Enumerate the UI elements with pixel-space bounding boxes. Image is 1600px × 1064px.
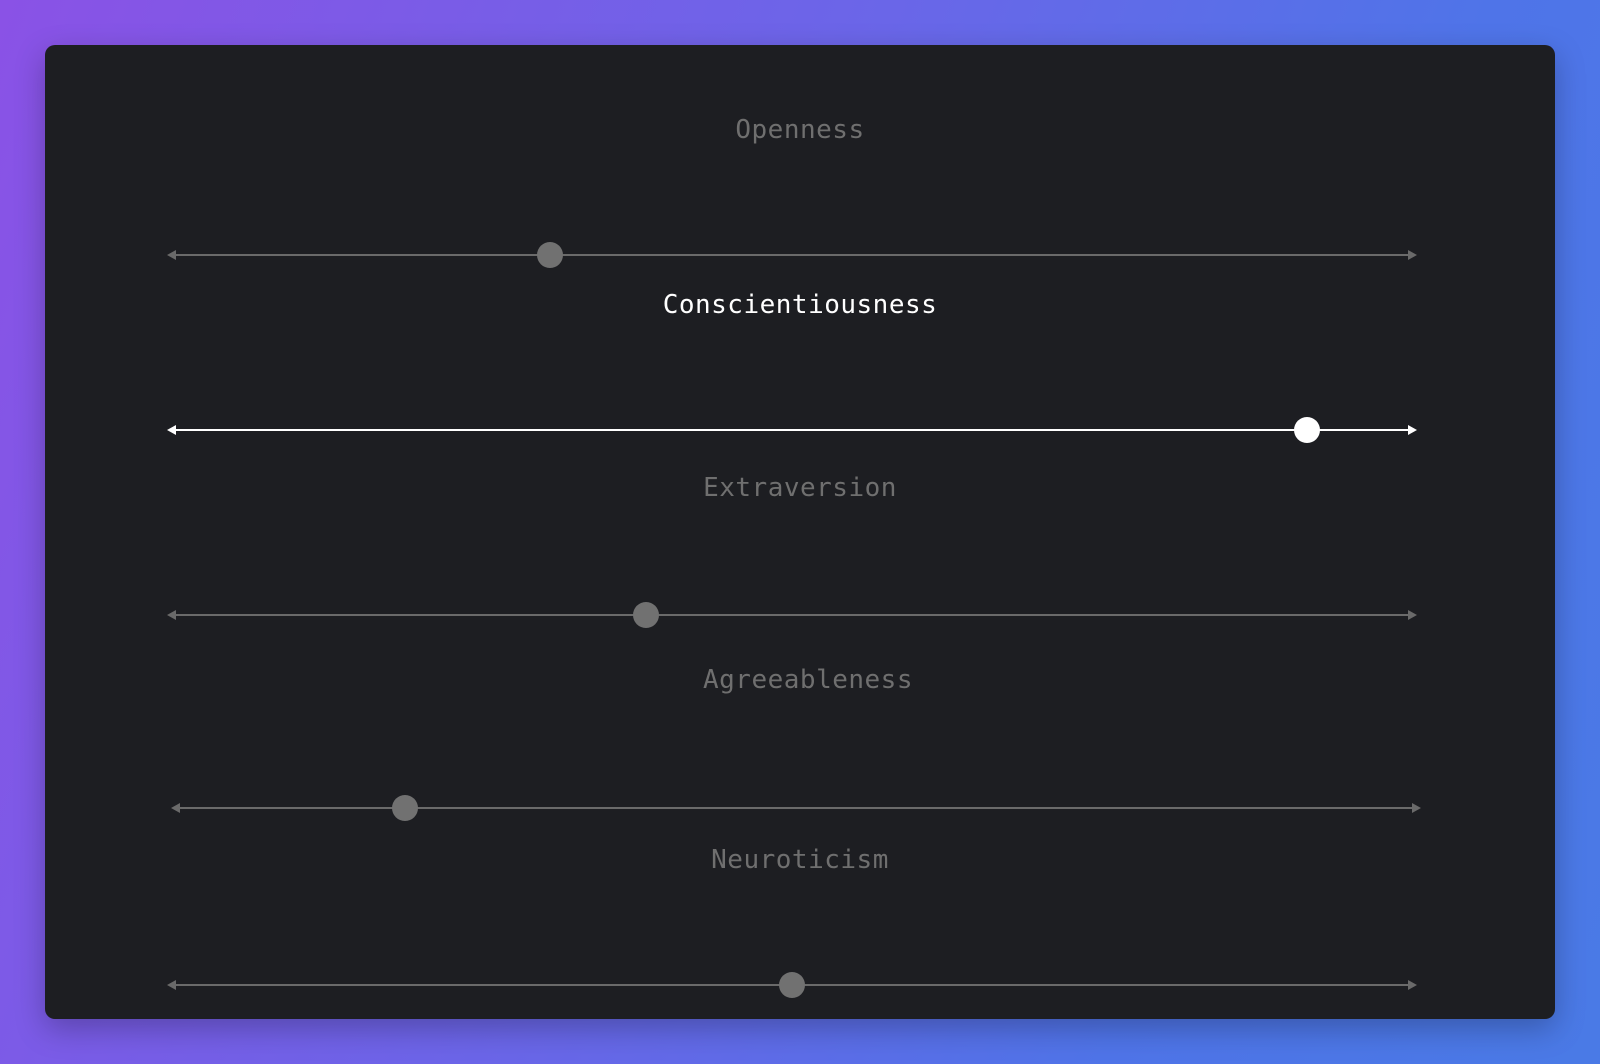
slider-thumb-neuroticism[interactable] (779, 972, 805, 998)
slider-conscientiousness[interactable] (167, 417, 1417, 443)
slider-agreeableness[interactable] (171, 795, 1421, 821)
slider-thumb-agreeableness[interactable] (391, 795, 418, 821)
trait-label-agreeableness: Agreeableness (703, 665, 913, 695)
arrow-right-icon (1408, 980, 1417, 990)
traits-panel: Openness Conscientiousness Extraversion … (45, 45, 1555, 1019)
trait-label-openness: Openness (735, 115, 865, 145)
arrow-right-icon (1408, 610, 1417, 620)
slider-thumb-extraversion[interactable] (632, 602, 659, 628)
slider-neuroticism[interactable] (167, 972, 1417, 998)
slider-track[interactable] (173, 429, 1411, 431)
slider-track[interactable] (177, 807, 1415, 809)
trait-label-extraversion: Extraversion (703, 473, 897, 503)
arrow-right-icon (1412, 803, 1421, 813)
slider-extraversion[interactable] (167, 602, 1417, 628)
arrow-right-icon (1408, 250, 1417, 260)
trait-label-neuroticism: Neuroticism (711, 845, 889, 875)
slider-track[interactable] (173, 614, 1411, 616)
slider-track[interactable] (173, 254, 1411, 256)
arrow-right-icon (1408, 425, 1417, 435)
slider-openness[interactable] (167, 242, 1417, 268)
trait-label-conscientiousness: Conscientiousness (662, 290, 938, 320)
slider-thumb-openness[interactable] (536, 242, 563, 268)
slider-thumb-conscientiousness[interactable] (1294, 417, 1320, 443)
